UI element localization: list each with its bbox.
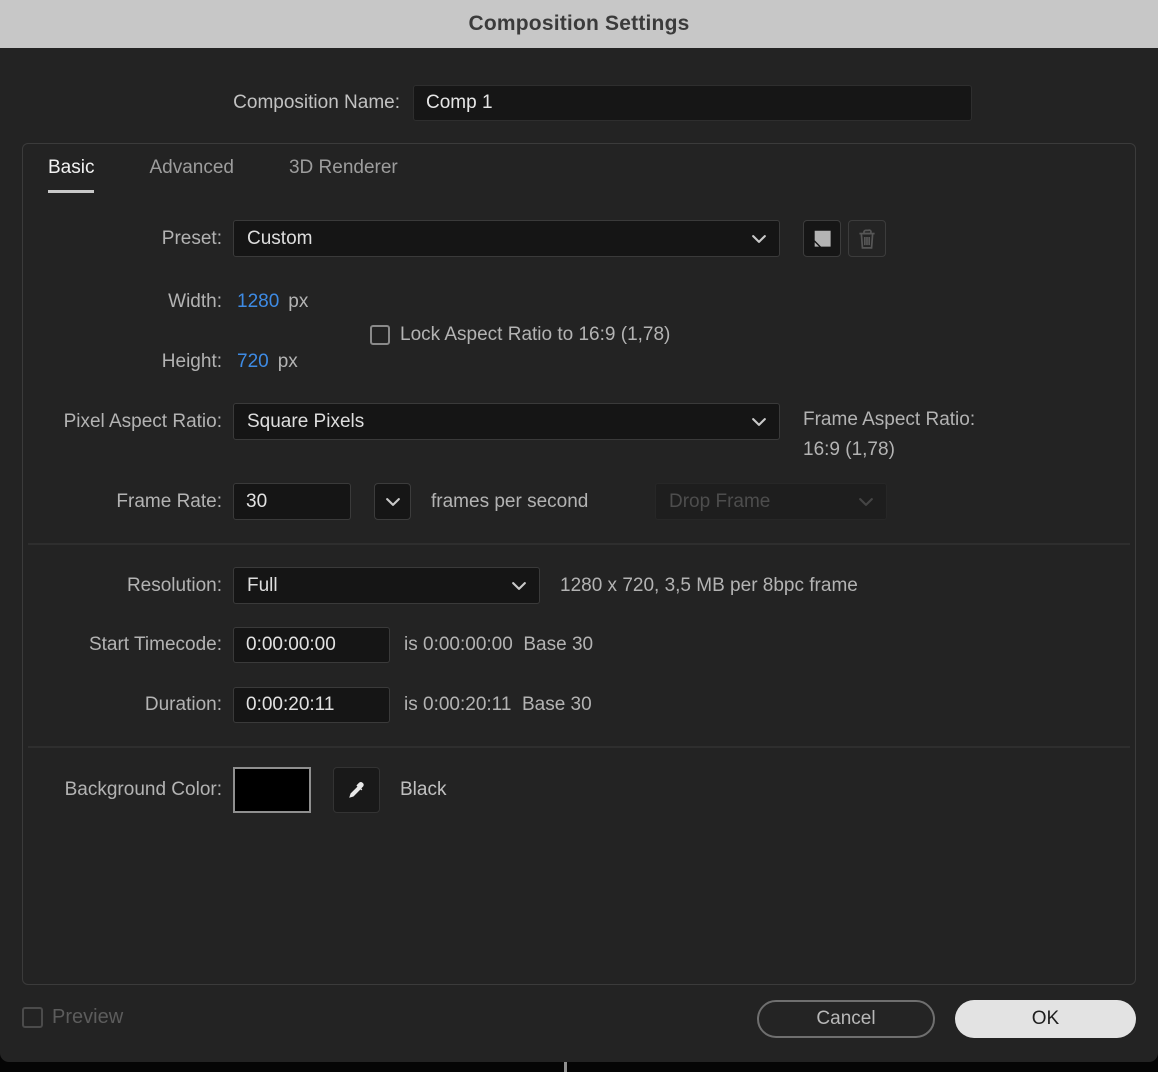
background-color-swatch[interactable] — [233, 767, 311, 813]
preview-row: Preview — [22, 1006, 123, 1029]
duration-row: Duration: is 0:00:20:11 Base 30 — [0, 687, 592, 723]
drop-frame-dropdown: Drop Frame — [655, 483, 887, 520]
save-preset-button[interactable] — [803, 220, 841, 257]
preset-value: Custom — [247, 227, 313, 249]
background-color-label: Background Color: — [64, 779, 222, 800]
pixel-aspect-ratio-row: Pixel Aspect Ratio: Square Pixels — [0, 403, 780, 440]
resolution-row: Resolution: Full 1280 x 720, 3,5 MB per … — [0, 567, 858, 604]
section-divider — [28, 746, 1130, 748]
frame-aspect-ratio: Frame Aspect Ratio: 16:9 (1,78) — [803, 405, 975, 465]
cancel-button-label: Cancel — [816, 1008, 876, 1029]
screen: Composition Settings Composition Name: B… — [0, 0, 1158, 1072]
preview-label: Preview — [52, 1006, 124, 1028]
pixel-aspect-ratio-label: Pixel Aspect Ratio: — [63, 410, 222, 432]
dialog-title: Composition Settings — [468, 12, 690, 35]
start-timecode-info: is 0:00:00:00 Base 30 — [404, 634, 594, 655]
frame-rate-input[interactable] — [233, 483, 351, 520]
preview-checkbox — [22, 1007, 43, 1028]
dialog-titlebar[interactable]: Composition Settings — [0, 0, 1158, 48]
start-timecode-label: Start Timecode: — [88, 634, 222, 655]
width-row: Width: 1280 px — [0, 290, 308, 314]
preset-label: Preset: — [161, 227, 222, 249]
height-value[interactable]: 720 — [237, 351, 269, 373]
pixel-aspect-ratio-value: Square Pixels — [247, 410, 365, 432]
resolution-dropdown[interactable]: Full — [233, 567, 540, 604]
background-color-name: Black — [400, 779, 447, 800]
tab-basic[interactable]: Basic — [48, 157, 95, 193]
resolution-info: 1280 x 720, 3,5 MB per 8bpc frame — [560, 574, 858, 596]
tab-panel — [22, 143, 1136, 985]
composition-name-input[interactable] — [413, 85, 972, 121]
chevron-down-icon — [385, 497, 400, 507]
lock-aspect-label: Lock Aspect Ratio to 16:9 (1,78) — [400, 324, 671, 345]
frame-rate-row: Frame Rate: frames per second Drop Frame — [0, 483, 1158, 520]
frame-rate-label: Frame Rate: — [116, 490, 222, 512]
eyedropper-icon — [344, 778, 369, 803]
composition-settings-dialog: Composition Settings Composition Name: B… — [0, 0, 1158, 1062]
save-preset-icon — [810, 226, 835, 251]
width-unit: px — [288, 291, 309, 312]
frame-rate-unit: frames per second — [431, 490, 589, 512]
start-timecode-input[interactable] — [233, 627, 390, 663]
tab-3d-renderer[interactable]: 3D Renderer — [289, 157, 398, 193]
pixel-aspect-ratio-dropdown[interactable]: Square Pixels — [233, 403, 780, 440]
drop-frame-value: Drop Frame — [669, 490, 771, 512]
duration-input[interactable] — [233, 687, 390, 723]
eyedropper-button[interactable] — [333, 767, 380, 813]
frame-aspect-ratio-value: 16:9 (1,78) — [803, 439, 895, 460]
chevron-down-icon — [752, 234, 766, 244]
height-row: Height: 720 px — [0, 350, 298, 374]
frame-rate-preset-button[interactable] — [374, 483, 411, 520]
delete-preset-button — [848, 220, 886, 257]
chevron-down-icon — [512, 581, 526, 591]
chevron-down-icon — [859, 497, 873, 507]
ok-button[interactable]: OK — [955, 1000, 1136, 1038]
resolution-label: Resolution: — [126, 574, 222, 596]
composition-name-label: Composition Name: — [233, 92, 400, 113]
tab-bar: Basic Advanced 3D Renderer — [48, 157, 398, 193]
height-unit: px — [277, 351, 298, 372]
width-label: Width: — [168, 291, 222, 312]
duration-info: is 0:00:20:11 Base 30 — [404, 694, 592, 715]
height-label: Height: — [161, 351, 222, 372]
composition-name-row: Composition Name: — [0, 85, 1158, 121]
cancel-button[interactable]: Cancel — [757, 1000, 935, 1038]
lock-aspect-row: Lock Aspect Ratio to 16:9 (1,78) — [370, 324, 670, 346]
duration-label: Duration: — [144, 694, 222, 715]
tab-advanced[interactable]: Advanced — [149, 157, 234, 193]
lock-aspect-checkbox[interactable] — [370, 325, 390, 345]
start-timecode-row: Start Timecode: is 0:00:00:00 Base 30 — [0, 627, 593, 663]
preset-row: Preset: Custom — [0, 220, 886, 257]
ok-button-label: OK — [1031, 1008, 1060, 1029]
frame-aspect-ratio-label: Frame Aspect Ratio: — [803, 409, 976, 430]
background-color-row: Background Color: Black — [0, 767, 446, 813]
resolution-value: Full — [247, 574, 278, 596]
trash-icon — [854, 226, 880, 252]
background-panel-divider — [564, 1062, 567, 1072]
preset-dropdown[interactable]: Custom — [233, 220, 780, 257]
chevron-down-icon — [752, 417, 766, 427]
width-value[interactable]: 1280 — [237, 291, 279, 313]
section-divider — [28, 543, 1130, 545]
